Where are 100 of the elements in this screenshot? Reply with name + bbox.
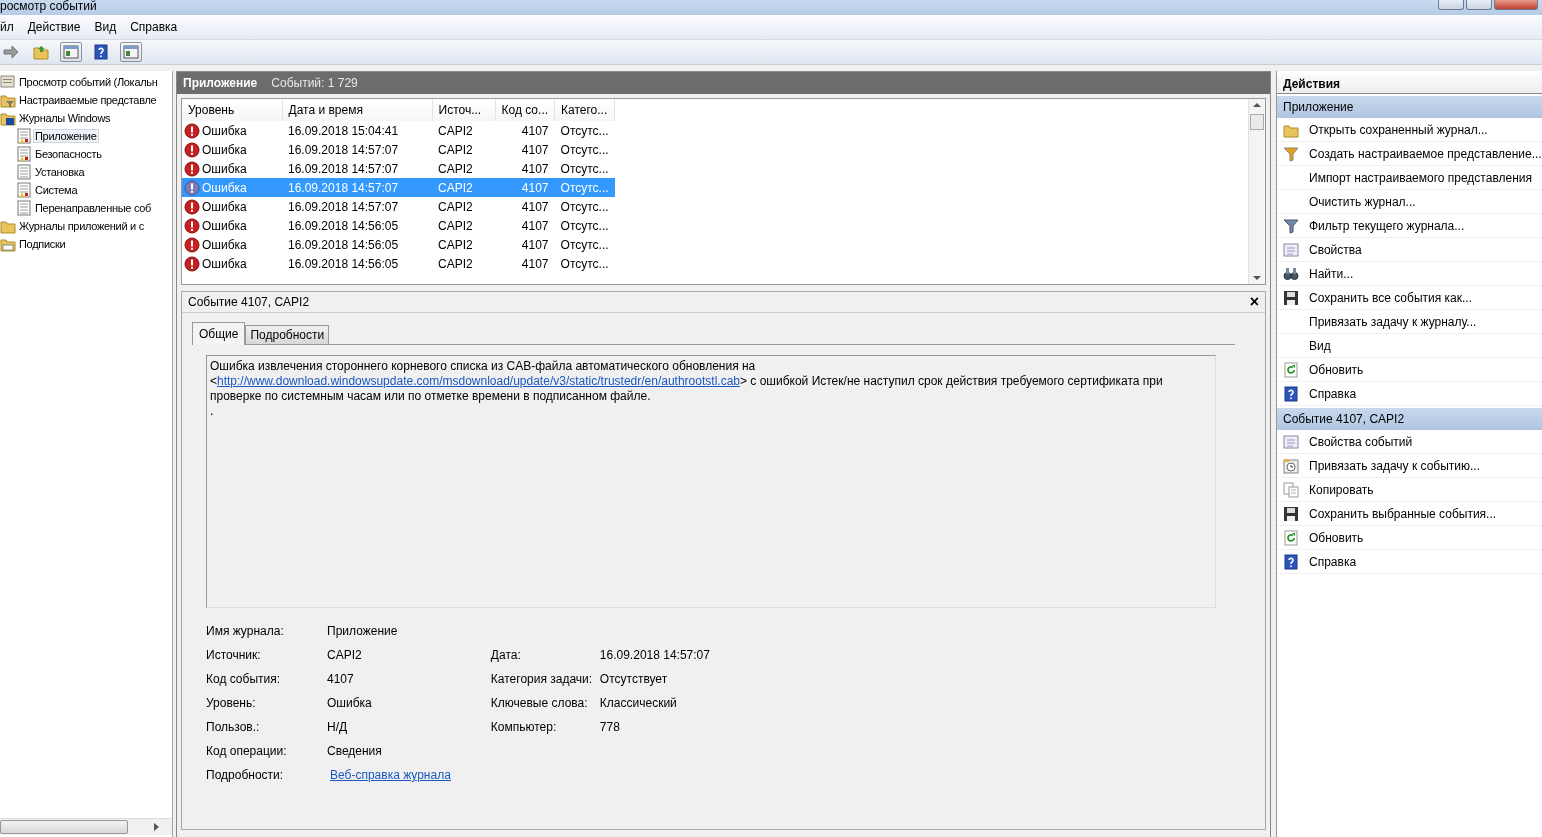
table-cell: 16.09.2018 14:56:05	[288, 256, 399, 271]
tree-item[interactable]: Настраиваемые представле	[17, 93, 159, 107]
table-cell: 16.09.2018 14:57:07	[288, 180, 399, 195]
menu-item[interactable]: Действие	[27, 20, 81, 34]
panel-icon	[63, 44, 79, 60]
error-icon	[184, 217, 200, 234]
field-value: Классический	[599, 696, 678, 710]
toolbar-button[interactable]	[60, 42, 82, 62]
help-icon	[1283, 385, 1299, 402]
scrollbar-thumb[interactable]	[0, 820, 128, 834]
link[interactable]: http://www.download.windowsupdate.com/msdownload/update/v3/static/trustedr/en/authrootstl.cab	[217, 374, 740, 388]
field-label: Ключевые слова:	[490, 696, 589, 710]
folder-windows-icon	[0, 110, 16, 126]
tree-item[interactable]: Перенаправленные соб	[33, 201, 154, 215]
horizontal-scrollbar[interactable]	[0, 818, 172, 835]
table-cell: Ошибка	[202, 218, 247, 233]
column-header[interactable]: Источ...	[432, 99, 495, 121]
event-row[interactable]: Ошибка 16.09.2018 14:57:07 CAPI2 4107 Отсутс...	[182, 140, 615, 159]
table-cell: Ошибка	[202, 123, 247, 138]
tree-item[interactable]: Журналы Windows	[17, 111, 113, 125]
column-header[interactable]: Уровень	[182, 99, 282, 121]
error-icon	[184, 160, 200, 177]
tab[interactable]: Подробности	[245, 325, 330, 344]
refresh-icon	[1283, 529, 1299, 546]
table-cell: Ошибка	[202, 161, 247, 176]
field-value: Отсутствует	[599, 672, 669, 686]
scroll-arrow-icon[interactable]	[1253, 102, 1261, 108]
filter-icon	[1283, 217, 1299, 234]
table-cell: CAPI2	[438, 180, 473, 195]
table-cell: 4107	[521, 180, 549, 195]
table-cell: CAPI2	[438, 161, 473, 176]
log-icon	[16, 200, 32, 216]
section-header[interactable]: Событие 4107, CAPI2	[1277, 408, 1542, 430]
folder-icon	[33, 44, 49, 60]
tree-item[interactable]: Просмотр событий (Локальн	[17, 75, 160, 89]
menu-item[interactable]: Справка	[130, 20, 178, 34]
scroll-arrow-icon[interactable]	[154, 823, 160, 831]
close-button[interactable]	[1494, 0, 1538, 10]
properties-icon	[1283, 241, 1299, 258]
field-value: Приложение	[327, 624, 399, 638]
table-cell: Отсутс...	[560, 142, 609, 157]
column-header[interactable]: Код со...	[495, 99, 555, 121]
scrollbar-thumb[interactable]	[1250, 114, 1264, 130]
message-text: .	[210, 404, 214, 419]
link[interactable]: Веб-справка журнала	[330, 768, 451, 782]
log-icon	[16, 182, 32, 198]
folder-filter-icon	[0, 92, 16, 108]
table-cell: Отсутс...	[560, 256, 609, 271]
field-label: Источник:	[206, 648, 262, 662]
field-value: Сведения	[327, 744, 383, 758]
event-message: Ошибка извлечения стороннего корневого списка из CAB-файла автоматического обновления на <http://www.download.windowsupdate.com/msdownload/update/v3/static/trustedr/en/authrootstl.cab> с ошибкой Истек/не наступил срок действия требуемого сертификата при проверке по системным часам или по отметке времени в подписанном файле.	[210, 359, 1164, 404]
minimize-button[interactable]	[1438, 0, 1464, 10]
scroll-arrow-icon[interactable]	[1253, 275, 1261, 281]
toolbar-button[interactable]	[120, 42, 142, 62]
table-cell: 4107	[521, 199, 549, 214]
table-cell: 16.09.2018 14:57:07	[288, 161, 399, 176]
table-cell: Отсутс...	[560, 123, 609, 138]
table-cell: Ошибка	[202, 199, 247, 214]
field-label: Уровень:	[206, 696, 257, 710]
table-cell: 4107	[521, 142, 549, 157]
menu-item[interactable]: йл	[0, 20, 14, 34]
event-row[interactable]: Ошибка 16.09.2018 14:56:05 CAPI2 4107 Отсутс...	[182, 254, 615, 273]
menu-item[interactable]: Вид	[94, 20, 117, 34]
copy-icon	[1283, 481, 1299, 498]
table-cell: CAPI2	[438, 256, 473, 271]
field-value: 16.09.2018 14:57:07	[599, 648, 710, 662]
table-cell: Отсутс...	[560, 161, 609, 176]
column-header[interactable]: Дата и время	[282, 99, 432, 121]
error-icon	[184, 236, 200, 253]
table-cell: CAPI2	[438, 218, 473, 233]
tree-item[interactable]: Подписки	[17, 237, 68, 251]
section-header[interactable]: Приложение	[1277, 96, 1542, 118]
column-header[interactable]: Катего...	[554, 99, 615, 121]
event-row[interactable]: Ошибка 16.09.2018 14:57:07 CAPI2 4107 Отсутс...	[182, 197, 615, 216]
tab[interactable]: Общие	[192, 322, 246, 345]
help-icon	[93, 44, 109, 60]
binoculars-icon	[1283, 265, 1299, 282]
folder-icon	[0, 218, 16, 234]
event-row[interactable]: Ошибка 16.09.2018 14:56:05 CAPI2 4107 Отсутс...	[182, 235, 615, 254]
table-cell: 16.09.2018 14:57:07	[288, 142, 399, 157]
vertical-scrollbar[interactable]	[1248, 99, 1265, 284]
field-label: Компьютер:	[490, 720, 558, 734]
maximize-button[interactable]	[1466, 0, 1492, 10]
close-button[interactable]: ×	[1249, 295, 1259, 309]
table-cell: CAPI2	[438, 142, 473, 157]
tree-item[interactable]: Установка	[33, 165, 87, 179]
field-value: Н/Д	[327, 720, 349, 734]
table-cell: 16.09.2018 15:04:41	[288, 123, 399, 138]
field-label: Код операции:	[206, 744, 288, 758]
tree-item[interactable]: Система	[33, 183, 80, 197]
tree-item[interactable]: Приложение	[33, 129, 99, 143]
table-cell: CAPI2	[438, 199, 473, 214]
table-cell: 4107	[521, 218, 549, 233]
event-row[interactable]: Ошибка 16.09.2018 14:57:07 CAPI2 4107 Отсутс...	[182, 159, 615, 178]
tree-item[interactable]: Журналы приложений и с	[17, 219, 146, 233]
event-row[interactable]: Ошибка 16.09.2018 14:56:05 CAPI2 4107 Отсутс...	[182, 216, 615, 235]
tree-item[interactable]: Безопасность	[33, 147, 104, 161]
field-value: 4107	[327, 672, 355, 686]
table-cell: Ошибка	[202, 256, 247, 271]
event-row[interactable]: Ошибка 16.09.2018 15:04:41 CAPI2 4107 Отсутс...	[182, 121, 615, 140]
